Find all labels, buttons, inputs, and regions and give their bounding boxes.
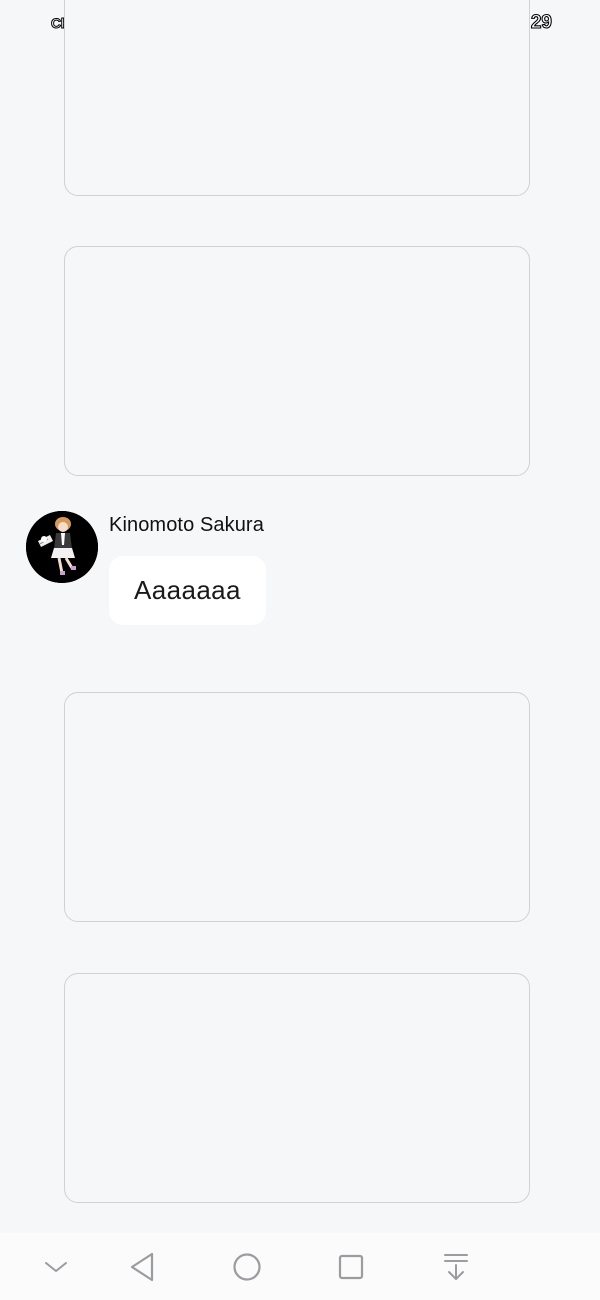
chat-screen: Chỉ SOS [0,0,600,1300]
message-text: Aaaaaaa [134,575,241,605]
collapse-nav-button[interactable] [38,1249,74,1285]
collapse-icon [45,1262,67,1272]
message-bubble[interactable]: Aaaaaaa [109,556,266,625]
home-button[interactable] [229,1249,265,1285]
sakura-avatar [26,511,98,583]
back-button[interactable] [124,1249,160,1285]
media-card-placeholder[interactable] [64,0,530,196]
back-icon [130,1252,154,1282]
sender-name[interactable]: Kinomoto Sakura [109,514,264,537]
media-card-placeholder[interactable] [64,973,530,1203]
recents-icon [338,1254,364,1280]
home-icon [233,1253,261,1281]
media-card-placeholder[interactable] [64,246,530,476]
recents-button[interactable] [333,1249,369,1285]
notification-pull-icon [444,1254,468,1280]
notification-pull-button[interactable] [438,1249,474,1285]
chat-message: Kinomoto Sakura Aaaaaaa [26,511,546,631]
media-card-placeholder[interactable] [64,692,530,922]
system-nav-bar [0,1233,600,1300]
avatar[interactable] [26,511,98,583]
